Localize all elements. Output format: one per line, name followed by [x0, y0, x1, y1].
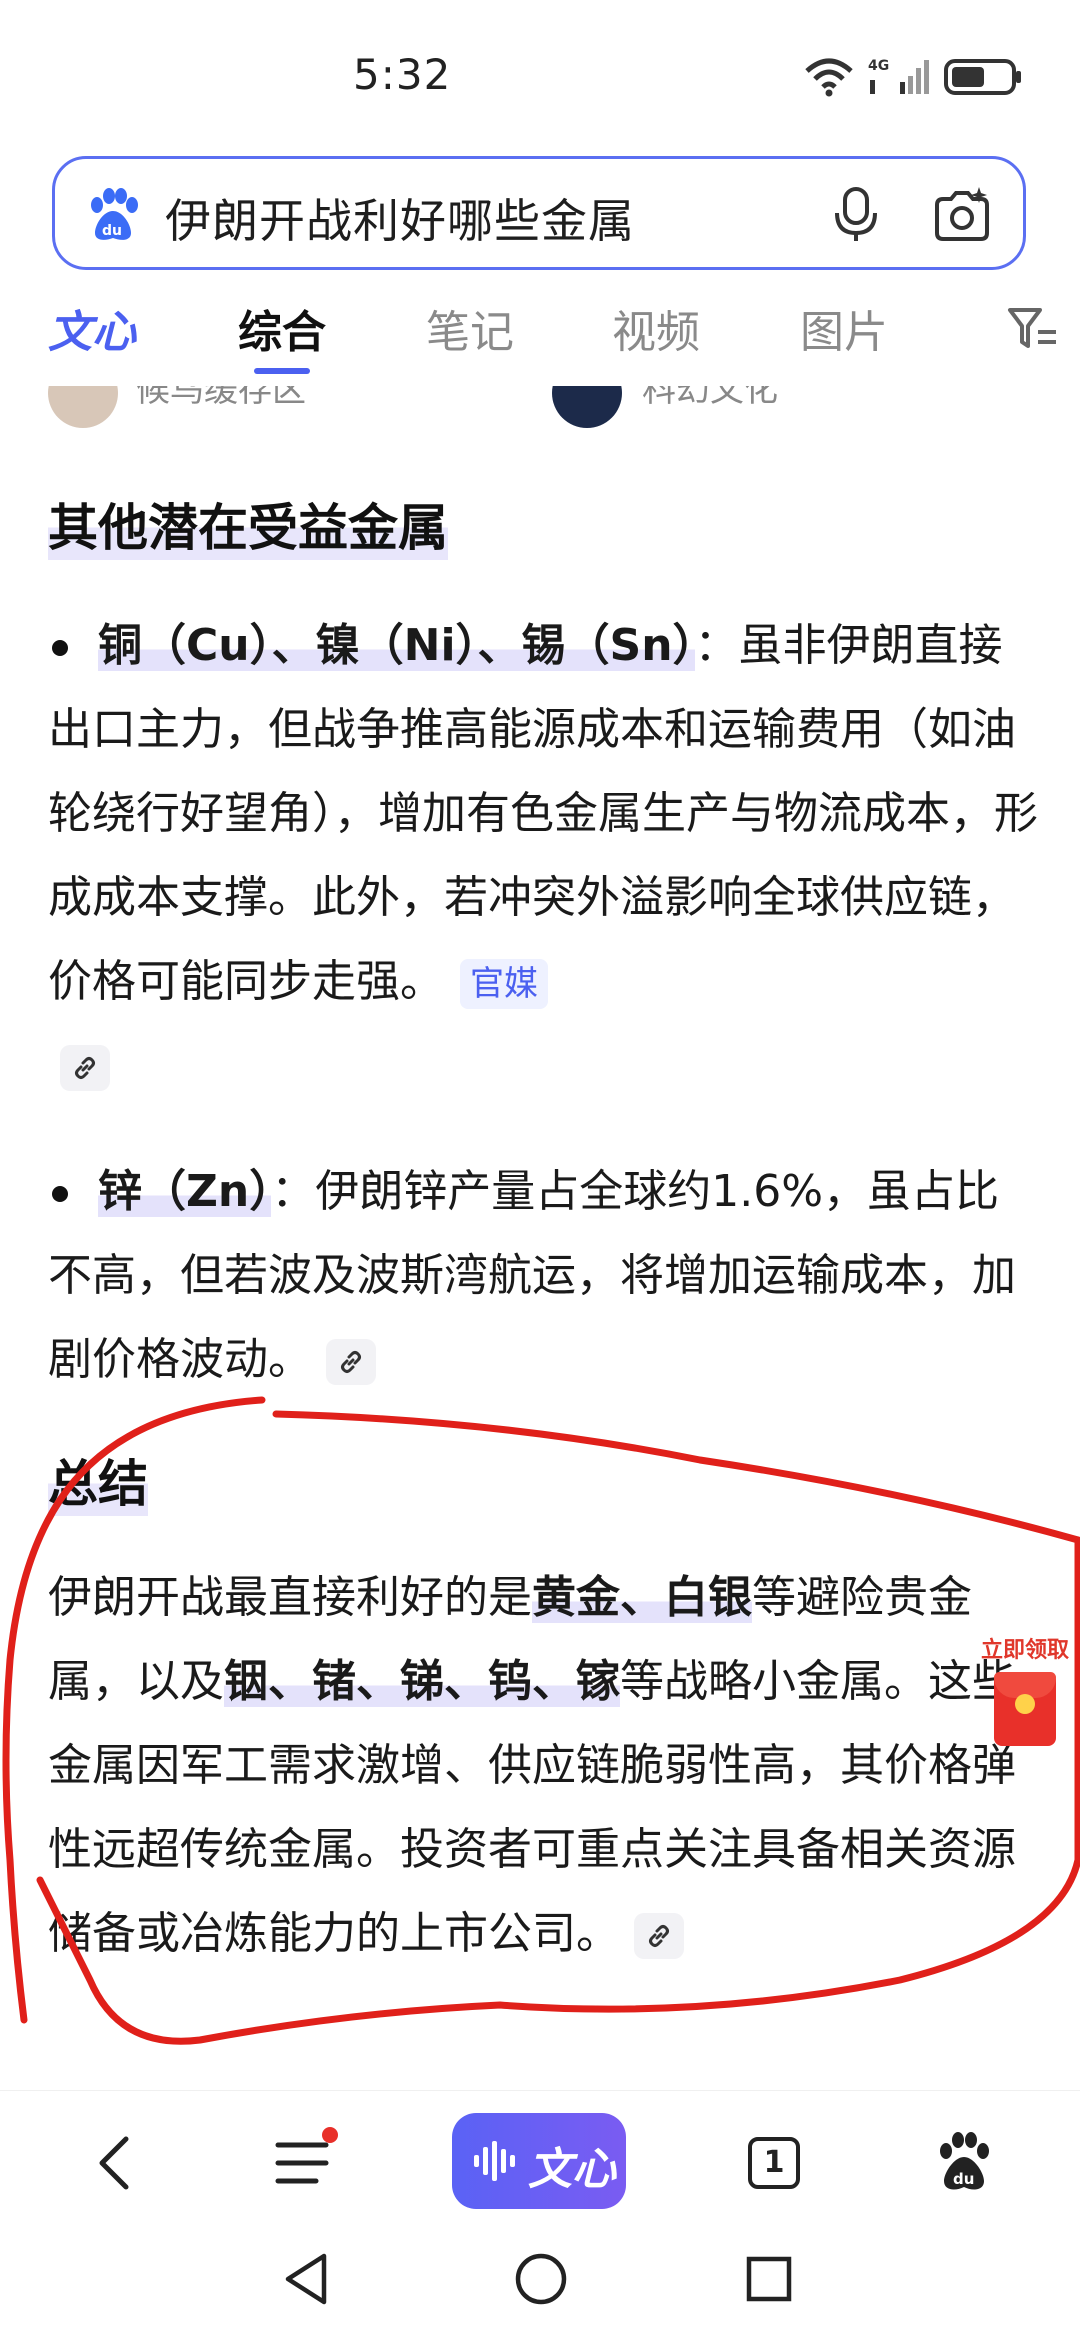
tab-active-indicator [254, 368, 310, 374]
baidu-home-icon[interactable]: du [934, 2129, 994, 2193]
system-back-icon[interactable] [282, 2252, 332, 2306]
bullet-text: 虽非伊朗直接出口主力，但战争推高能源成本和运输费用（如油轮绕行好望角），增加有色… [48, 620, 1038, 1007]
bullet-zinc: 锌（Zn）：伊朗锌产量占全球约1.6%，虽占比不高，但若波及波斯湾航运，将增加运… [48, 1150, 1038, 1402]
avatar[interactable] [552, 386, 622, 428]
search-bar[interactable]: du 伊朗开战利好哪些金属 [52, 156, 1026, 270]
tab-videos[interactable]: 视频 [612, 296, 700, 360]
summary-paragraph: 伊朗开战最直接利好的是黄金、白银等避险贵金属，以及铟、锗、锑、钨、镓等战略小金属… [48, 1556, 1038, 1976]
bullet-dot [52, 1186, 68, 1202]
authors-strip: 候鸟缓存区 科幻文化 [0, 386, 1080, 428]
red-packet-button[interactable]: 立即领取 [970, 1632, 1080, 1752]
tab-bar: 文心 综合 笔记 视频 图片 [0, 296, 1080, 386]
tab-wenxin[interactable]: 文心 [48, 296, 136, 360]
bullet-term: 锌（Zn） [98, 1166, 272, 1217]
wenxin-button[interactable]: 文心 [452, 2113, 626, 2209]
back-icon[interactable] [88, 2133, 142, 2193]
bullet-copper-nickel-tin: 铜（Cu）、镍（Ni）、锡（Sn）：虽非伊朗直接出口主力，但战争推高能源成本和运… [48, 604, 1038, 1108]
official-media-tag[interactable]: 官媒 [460, 959, 548, 1009]
microphone-icon[interactable] [825, 183, 887, 245]
red-packet-label: 立即领取 [980, 1638, 1069, 1663]
notification-dot [322, 2127, 338, 2143]
link-icon[interactable] [326, 1339, 376, 1385]
bullet-term: 铜（Cu）、镍（Ni）、锡（Sn） [98, 620, 695, 671]
link-icon[interactable] [60, 1045, 110, 1091]
wifi-icon [804, 57, 854, 97]
status-bar: 5:32 4G [0, 0, 1080, 150]
signal-icon: 4G [868, 56, 930, 98]
camera-icon[interactable] [931, 185, 993, 247]
summary-text: 伊朗开战最直接利好的是 [48, 1572, 532, 1623]
system-recent-icon[interactable] [746, 2256, 792, 2302]
network-type: 4G [868, 58, 889, 74]
search-input[interactable]: 伊朗开战利好哪些金属 [165, 185, 635, 251]
summary-highlight: 铟、锗、锑、钨、镓 [224, 1656, 620, 1707]
coin-icon [1015, 1694, 1035, 1714]
tab-notes[interactable]: 笔记 [426, 296, 514, 360]
wenxin-voice-icon [474, 2141, 515, 2181]
wenxin-label: 文心 [528, 2144, 616, 2195]
system-home-icon[interactable] [514, 2252, 568, 2306]
battery-icon [944, 57, 1024, 97]
tab-all[interactable]: 综合 [238, 296, 326, 360]
bullet-dot [52, 640, 68, 656]
link-icon[interactable] [634, 1913, 684, 1959]
summary-title: 总结 [48, 1444, 148, 1516]
author-name[interactable]: 候鸟缓存区 [136, 386, 306, 411]
baidu-paw-icon: du [91, 188, 138, 240]
bullet-sep: ： [271, 1166, 316, 1217]
status-icons: 4G [804, 56, 1024, 98]
author-name[interactable]: 科幻文化 [642, 386, 778, 411]
svg-text:du: du [953, 2170, 974, 2188]
tab-images[interactable]: 图片 [800, 296, 888, 360]
tabs-count-button[interactable]: 1 [748, 2137, 800, 2189]
avatar[interactable] [48, 386, 118, 428]
bottom-toolbar: 文心 1 du [0, 2090, 1080, 2231]
section-title: 其他潜在受益金属 [48, 488, 448, 560]
filter-icon[interactable] [1006, 306, 1058, 352]
bullet-sep: ： [694, 620, 739, 671]
status-time: 5:32 [353, 50, 452, 99]
summary-highlight: 黄金、白银 [532, 1572, 752, 1623]
system-navigation [0, 2230, 1080, 2340]
svg-text:du: du [102, 223, 122, 239]
